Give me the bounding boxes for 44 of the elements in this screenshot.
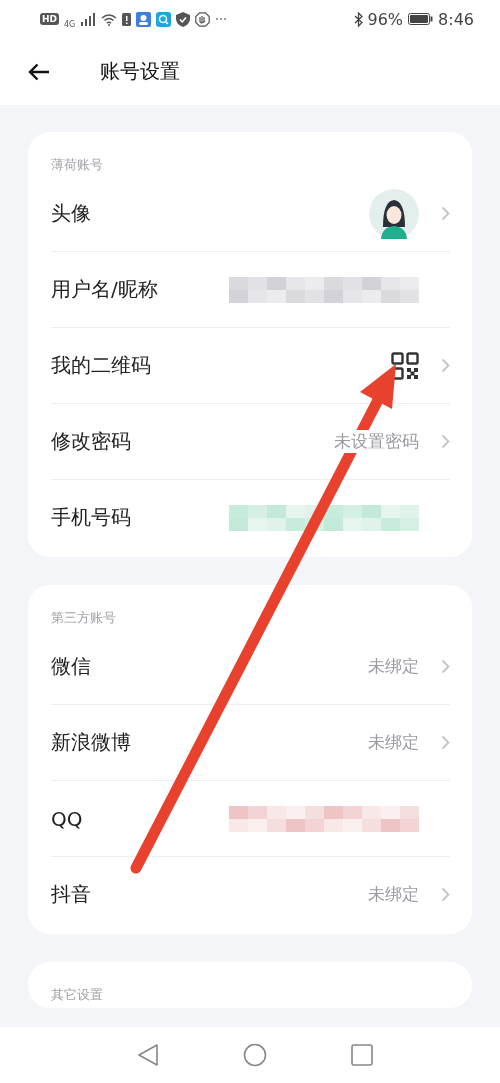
row-value: 未绑定 <box>368 731 419 754</box>
row-label: 修改密码 <box>51 428 131 455</box>
section-title: 薄荷账号 <box>51 156 104 174</box>
recents-nav-icon[interactable] <box>351 1044 373 1066</box>
page-title: 账号设置 <box>100 58 180 85</box>
section-title: 第三方账号 <box>51 609 117 627</box>
row-label: 我的二维码 <box>51 352 151 379</box>
home-nav-icon[interactable] <box>243 1043 267 1067</box>
settings-row[interactable]: 新浪微博 未绑定 <box>51 705 450 781</box>
row-label: 头像 <box>51 200 91 227</box>
app-icon <box>136 11 152 27</box>
wifi-icon <box>101 12 118 26</box>
settings-row[interactable]: 手机号码 <box>51 480 450 555</box>
back-nav-icon[interactable] <box>137 1043 159 1067</box>
clock: 8:46 <box>438 9 474 29</box>
row-value: 未绑定 <box>368 883 419 906</box>
more-icon <box>215 17 228 21</box>
avatar <box>369 188 419 239</box>
section-title: 其它设置 <box>51 986 104 1004</box>
back-arrow-icon <box>28 62 50 81</box>
shield-icon <box>176 11 191 27</box>
row-value: 未设置密码 <box>334 430 419 453</box>
settings-row[interactable]: 头像 <box>51 176 450 252</box>
settings-row[interactable]: 微信 未绑定 <box>51 629 450 705</box>
settings-row[interactable]: QQ <box>51 781 450 857</box>
hd-indicator: HD <box>40 13 59 25</box>
settings-row[interactable]: 抖音 未绑定 <box>51 857 450 932</box>
settings-row[interactable]: 修改密码 未设置密码 <box>51 404 450 480</box>
row-label: 新浪微博 <box>51 729 131 756</box>
row-label: 微信 <box>51 653 91 680</box>
row-label: QQ <box>51 806 83 831</box>
battery-icon <box>408 13 434 25</box>
settings-row[interactable]: 用户名/昵称 <box>51 252 450 328</box>
signal-icon <box>80 12 97 26</box>
battery-alert-icon <box>122 12 132 26</box>
row-label: 抖音 <box>51 881 91 908</box>
row-value: 未绑定 <box>368 655 419 678</box>
search-icon <box>156 11 172 27</box>
qr-code-icon <box>391 351 419 380</box>
battery-percent: 96% <box>367 9 404 29</box>
row-label: 用户名/昵称 <box>51 276 158 303</box>
network-type: 4G <box>64 19 76 29</box>
bluetooth-icon <box>353 11 363 27</box>
row-label: 手机号码 <box>51 504 131 531</box>
